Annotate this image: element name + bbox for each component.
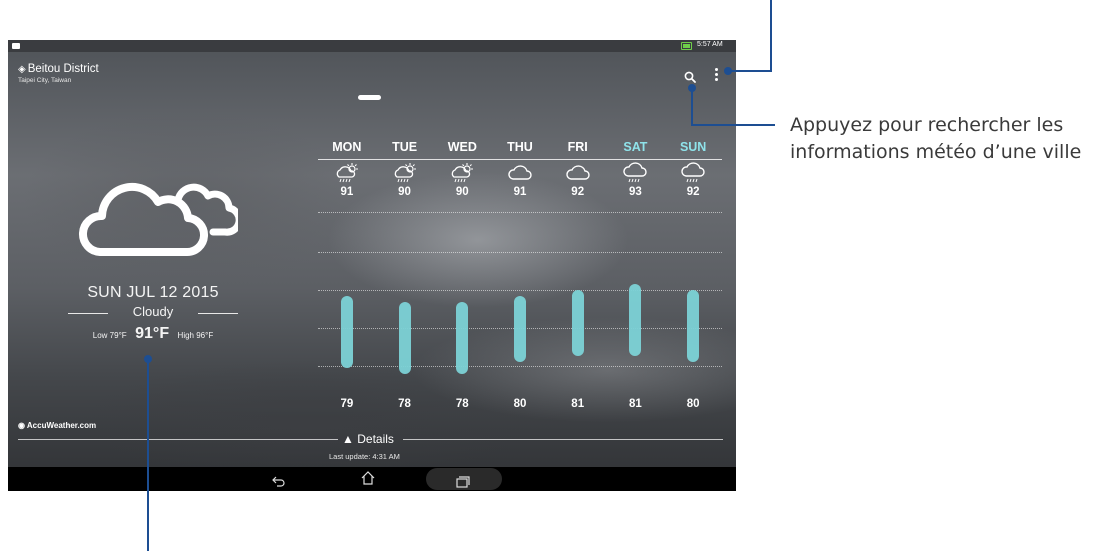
location-header[interactable]: ◈ Beitou District [18,59,99,77]
sun-rain-icon [377,162,433,184]
divider [403,439,723,440]
cloud-icon [78,168,243,264]
day-high-temp: 91 [340,186,354,198]
forecast-day[interactable]: THU 91 [492,140,548,198]
temperature-range-bar [398,302,411,374]
battery-charging-icon [681,42,692,50]
high-temp-label: High 96°F [177,331,214,340]
gridline [318,290,722,291]
day-high-temp: 92 [571,186,585,198]
divider [18,439,338,440]
current-temperatures: Low 79°F 91°F High 96°F [68,325,238,343]
day-low-temp: 78 [455,398,469,410]
weather-app-screen: 5:57 AM ◈ Beitou District Taipei City, Ta… [8,40,736,491]
forecast-day[interactable]: SUN 92 [665,140,721,198]
current-temp: 91°F [135,325,170,342]
location-subtitle: Taipei City, Taiwan [18,77,72,84]
home-icon[interactable] [360,470,376,490]
forecast-day[interactable]: MON 91 [319,140,375,198]
callout-line [691,124,775,126]
cloud-rain-icon [665,162,721,184]
accuweather-label: AccuWeather.com [26,421,97,430]
back-icon[interactable] [272,472,286,491]
sun-rain-icon [319,162,375,184]
triangle-up-icon: ▲ [342,432,354,446]
temperature-range-bar [514,296,526,362]
day-name: WED [447,140,477,154]
cloud-icon [492,162,548,184]
day-high-temp: 91 [513,186,527,198]
day-low-temp: 80 [513,398,527,410]
callout-dot [724,67,732,75]
day-name: FRI [567,140,588,154]
day-low-temp: 81 [629,398,642,410]
day-low-temp: 79 [340,398,354,410]
gridline [318,366,722,367]
day-name: TUE [392,140,418,154]
location-diamond-icon: ◈ [18,64,26,75]
cloud-rain-icon [607,162,663,184]
more-vert-icon[interactable] [715,68,719,82]
location-name: Beitou District [27,63,99,75]
details-label: Details [357,432,394,446]
day-high-temp: 90 [455,186,469,198]
low-temp-label: Low 79°F [92,331,127,340]
cloud-icon [550,162,606,184]
gridline [318,252,722,253]
status-bar: 5:57 AM [8,40,736,52]
details-button[interactable]: ▲ Details [342,432,394,446]
navigation-bar [8,467,736,491]
temperature-range-bar [340,296,353,368]
weekly-forecast: MON 91 79 TUE 90 78 WED 90 78 THU 91 80 FRI 92 81 SAT 93… [318,140,722,410]
forecast-day[interactable]: SAT 93 [607,140,663,198]
callout-line [691,88,693,126]
forecast-day[interactable]: TUE 90 [377,140,433,198]
temperature-range-bar [687,290,700,362]
callout-search-text: Appuyez pour rechercher les informations… [790,114,1082,163]
day-low-temp: 80 [686,398,700,410]
gridline [318,212,722,213]
temperature-range-bar [456,302,469,374]
callout-line [728,70,772,72]
temperature-range-bar [629,284,642,356]
day-name: THU [507,140,533,154]
status-time: 5:57 AM [697,41,723,48]
day-high-temp: 90 [398,186,411,198]
forecast-day[interactable]: WED 90 [434,140,490,198]
recent-apps-icon[interactable] [456,473,470,491]
day-high-temp: 92 [686,186,700,198]
notification-icon [12,43,20,49]
current-condition: Cloudy [132,304,174,319]
day-name: SAT [623,140,648,154]
sun-rain-icon [434,162,490,184]
day-name: MON [332,140,362,154]
day-high-temp: 93 [629,186,642,198]
forecast-day[interactable]: FRI 92 [550,140,606,198]
accuweather-logo[interactable]: ◉ AccuWeather.com [18,421,96,430]
page-indicator [358,95,381,100]
current-date: SUN JUL 12 2015 [87,284,219,301]
callout-line [147,359,149,551]
current-condition-row: Cloudy [68,304,238,322]
day-low-temp: 81 [571,398,585,410]
callout-line [770,0,772,72]
last-update: Last update: 4:31 AM [329,452,400,461]
day-low-temp: 78 [398,398,411,410]
temperature-range-bar [571,290,584,356]
day-name: SUN [679,140,707,154]
